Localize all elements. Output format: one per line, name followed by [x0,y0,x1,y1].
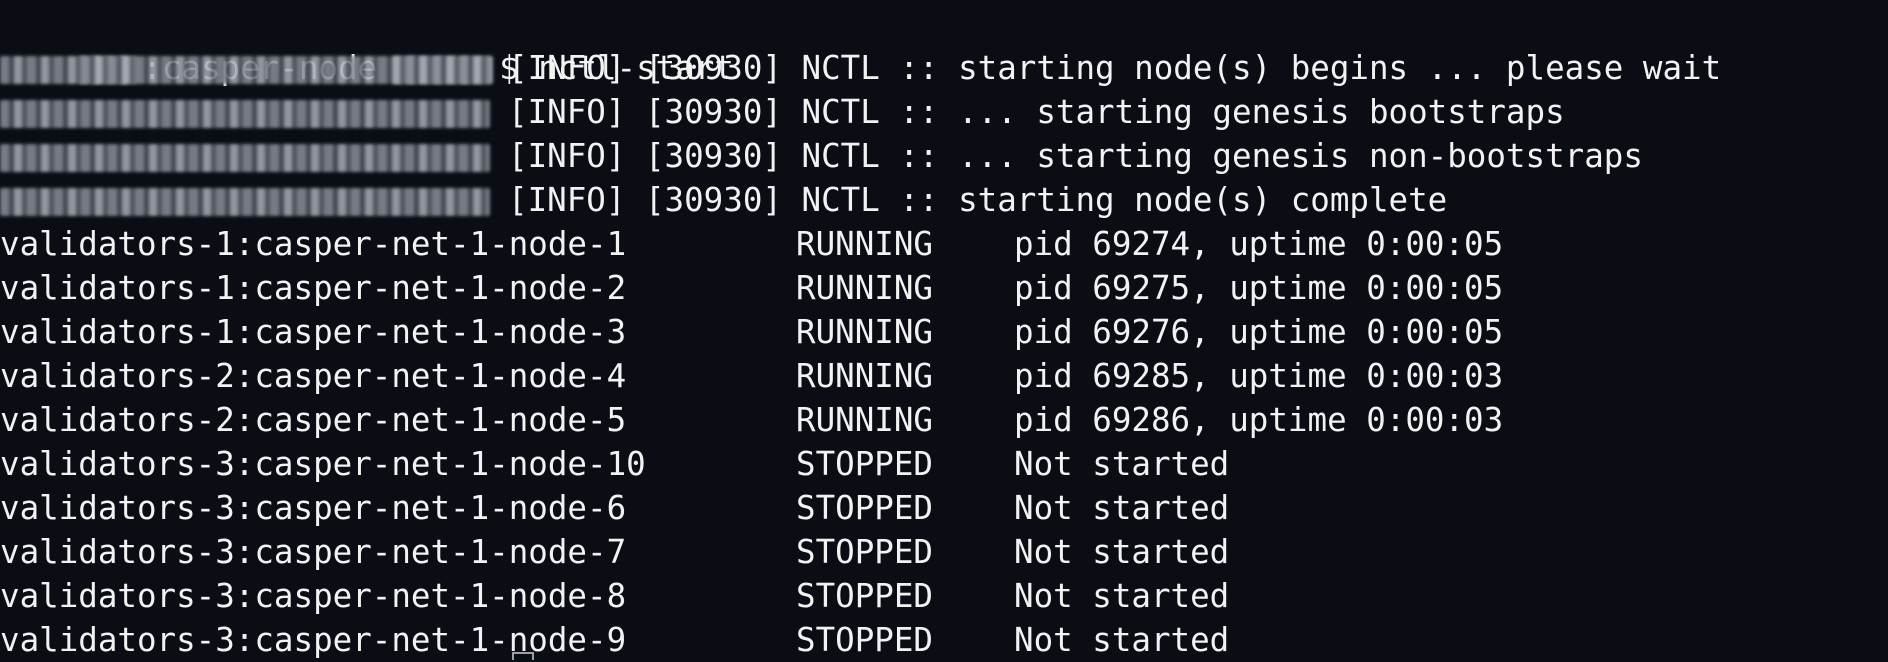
node-status-row: validators-2:casper-net-1-node-5 RUNNING p… [0,398,1888,442]
node-status: RUNNING [796,313,933,351]
node-name: validators-2:casper-net-1-node-4 [0,357,627,395]
node-info: pid 69276, uptime 0:00:05 [1014,313,1504,351]
node-name: validators-3:casper-net-1-node-8 [0,577,627,615]
node-status: STOPPED [796,621,933,659]
node-name: validators-3:casper-net-1-node-9 [0,621,627,659]
node-name: validators-3:casper-net-1-node-6 [0,489,627,527]
log-pid: [30930] [644,181,782,219]
log-message: NCTL :: ... starting genesis bootstraps [801,93,1565,131]
node-name: validators-1:casper-net-1-node-2 [0,269,627,307]
log-level: [INFO] [508,93,626,131]
log-message: NCTL :: ... starting genesis non-bootstr… [801,137,1643,175]
node-status-row: validators-3:casper-net-1-node-9 STOPPED N… [0,618,1888,662]
node-status: STOPPED [796,489,933,527]
node-status-row: validators-3:casper-net-1-node-8 STOPPED N… [0,574,1888,618]
node-status: RUNNING [796,225,933,263]
redacted-timestamp [0,188,490,216]
node-status-row: validators-3:casper-net-1-node-6 STOPPED N… [0,486,1888,530]
node-status-row: validators-1:casper-net-1-node-1 RUNNING p… [0,222,1888,266]
node-status: RUNNING [796,357,933,395]
log-pid: [30930] [644,137,782,175]
node-status: STOPPED [796,445,933,483]
node-status: RUNNING [796,401,933,439]
redacted-timestamp [0,100,490,128]
log-line: [INFO] [30930] NCTL :: ... starting gene… [0,134,1888,178]
node-info: Not started [1014,445,1230,483]
node-name: validators-3:casper-net-1-node-7 [0,533,627,571]
node-status-row: validators-2:casper-net-1-node-4 RUNNING p… [0,354,1888,398]
log-pid: [30930] [644,93,782,131]
log-line: [INFO] [30930] NCTL :: starting node(s) … [0,178,1888,222]
node-name: validators-3:casper-net-1-node-10 [0,445,646,483]
node-name: validators-1:casper-net-1-node-1 [0,225,627,263]
node-status: STOPPED [796,577,933,615]
node-status-row: validators-3:casper-net-1-node-7 STOPPED N… [0,530,1888,574]
log-pid: [30930] [644,49,782,87]
node-status: STOPPED [796,533,933,571]
terminal-window[interactable]: :casper-node$ nctl-start [INFO] [30930] … [0,0,1888,662]
node-name: validators-1:casper-net-1-node-3 [0,313,627,351]
node-info: pid 69275, uptime 0:00:05 [1014,269,1504,307]
node-info: pid 69285, uptime 0:00:03 [1014,357,1504,395]
node-status-row: validators-1:casper-net-1-node-2 RUNNING p… [0,266,1888,310]
log-line: [INFO] [30930] NCTL :: ... starting gene… [0,90,1888,134]
node-info: Not started [1014,621,1230,659]
terminal-cursor [512,652,534,660]
node-info: Not started [1014,577,1230,615]
command-prompt-line: :casper-node$ nctl-start [0,2,1888,87]
redacted-timestamp [0,56,490,84]
log-message: NCTL :: starting node(s) begins ... plea… [801,49,1722,87]
node-status: RUNNING [796,269,933,307]
log-message: NCTL :: starting node(s) complete [801,181,1448,219]
log-level: [INFO] [508,49,626,87]
redacted-timestamp [0,144,490,172]
node-status-row: validators-3:casper-net-1-node-10 STOPPED… [0,442,1888,486]
node-info: pid 69286, uptime 0:00:03 [1014,401,1504,439]
node-info: pid 69274, uptime 0:00:05 [1014,225,1504,263]
node-info: Not started [1014,489,1230,527]
node-info: Not started [1014,533,1230,571]
node-status-row: validators-1:casper-net-1-node-3 RUNNING p… [0,310,1888,354]
node-name: validators-2:casper-net-1-node-5 [0,401,627,439]
log-level: [INFO] [508,137,626,175]
log-level: [INFO] [508,181,626,219]
log-line: [INFO] [30930] NCTL :: starting node(s) … [0,46,1888,90]
